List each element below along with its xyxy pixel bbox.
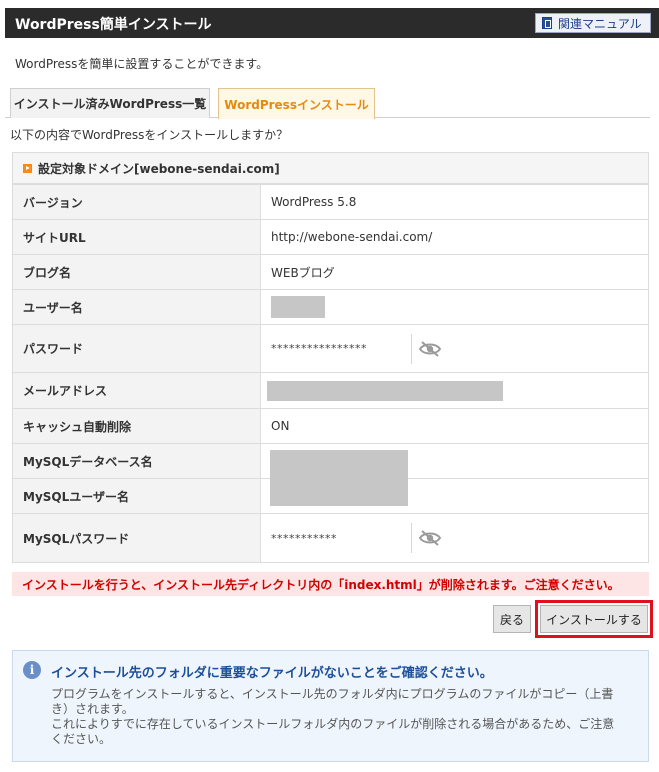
table-row: キャッシュ自動削除 ON <box>12 408 649 444</box>
confirm-question: 以下の内容でWordPressをインストールしますか？ <box>10 128 289 142</box>
book-icon <box>542 17 552 29</box>
install-button[interactable]: インストールする <box>540 605 648 633</box>
tab-installed-list[interactable]: インストール済みWordPress一覧 <box>10 88 210 118</box>
warning-message: インストールを行うと、インストール先ディレクトリ内の「index.html」が削… <box>12 572 649 596</box>
field-value-password: **************** <box>260 324 649 373</box>
related-manual-label: 関連マニュアル <box>558 16 642 31</box>
field-value-mysql-password: *********** <box>260 513 649 563</box>
table-row: ブログ名 WEBブログ <box>12 254 649 290</box>
tab-wordpress-install[interactable]: WordPressインストール <box>218 88 375 119</box>
field-label: パスワード <box>12 324 261 373</box>
eye-icon[interactable] <box>418 340 442 358</box>
password-masked: **************** <box>271 342 367 355</box>
table-row: ユーザー名 <box>12 289 649 325</box>
field-label: MySQLデータベース名 <box>12 443 261 479</box>
table-row: MySQLパスワード *********** <box>12 513 649 563</box>
field-value-site-url: http://webone-sendai.com/ <box>260 219 649 255</box>
field-value-username <box>260 289 649 325</box>
related-manual-button[interactable]: 関連マニュアル <box>535 13 651 33</box>
field-label: MySQLパスワード <box>12 513 261 563</box>
page-header: WordPress簡単インストール 関連マニュアル <box>5 8 659 38</box>
redacted-block <box>267 380 503 401</box>
table-row: メールアドレス <box>12 372 649 409</box>
field-label: バージョン <box>12 184 261 220</box>
table-row: パスワード **************** <box>12 324 649 373</box>
back-button[interactable]: 戻る <box>493 605 531 633</box>
info-icon: i <box>23 661 41 679</box>
bullet-icon <box>23 163 32 173</box>
mysql-password-masked: *********** <box>271 531 337 545</box>
notice-box: i インストール先のフォルダに重要なファイルがないことをご確認ください。 プログ… <box>12 650 649 762</box>
field-value-blog-name: WEBブログ <box>260 254 649 290</box>
notice-line: これによりすでに存在しているインストールフォルダ内のファイルが削除される場合があ… <box>51 717 615 746</box>
eye-icon[interactable] <box>418 529 442 547</box>
settings-table: バージョン WordPress 5.8 サイトURL http://webone… <box>12 184 649 563</box>
field-label: キャッシュ自動削除 <box>12 408 261 444</box>
field-label: ユーザー名 <box>12 289 261 325</box>
notice-line: プログラムをインストールすると、インストール先のフォルダ内にプログラムのファイル… <box>51 687 614 716</box>
field-value-cache-delete: ON <box>260 408 649 444</box>
section-header: 設定対象ドメイン[webone-sendai.com] <box>12 152 649 184</box>
notice-title: インストール先のフォルダに重要なファイルがないことをご確認ください。 <box>51 666 493 681</box>
field-label: MySQLユーザー名 <box>12 478 261 514</box>
field-value-email <box>260 372 649 409</box>
redacted-block <box>271 296 325 318</box>
table-row: サイトURL http://webone-sendai.com/ <box>12 219 649 255</box>
intro-text: WordPressを簡単に設置することができます。 <box>15 57 269 71</box>
tab-bar: インストール済みWordPress一覧 WordPressインストール <box>5 88 650 119</box>
field-label: サイトURL <box>12 219 261 255</box>
field-label: ブログ名 <box>12 254 261 290</box>
redacted-block <box>270 450 408 506</box>
section-title: 設定対象ドメイン[webone-sendai.com] <box>38 161 280 176</box>
field-value-version: WordPress 5.8 <box>260 184 649 220</box>
table-row: バージョン WordPress 5.8 <box>12 184 649 220</box>
page-title: WordPress簡単インストール <box>15 17 212 33</box>
field-label: メールアドレス <box>12 372 261 409</box>
notice-body: プログラムをインストールすると、インストール先のフォルダ内にプログラムのファイル… <box>51 687 626 747</box>
